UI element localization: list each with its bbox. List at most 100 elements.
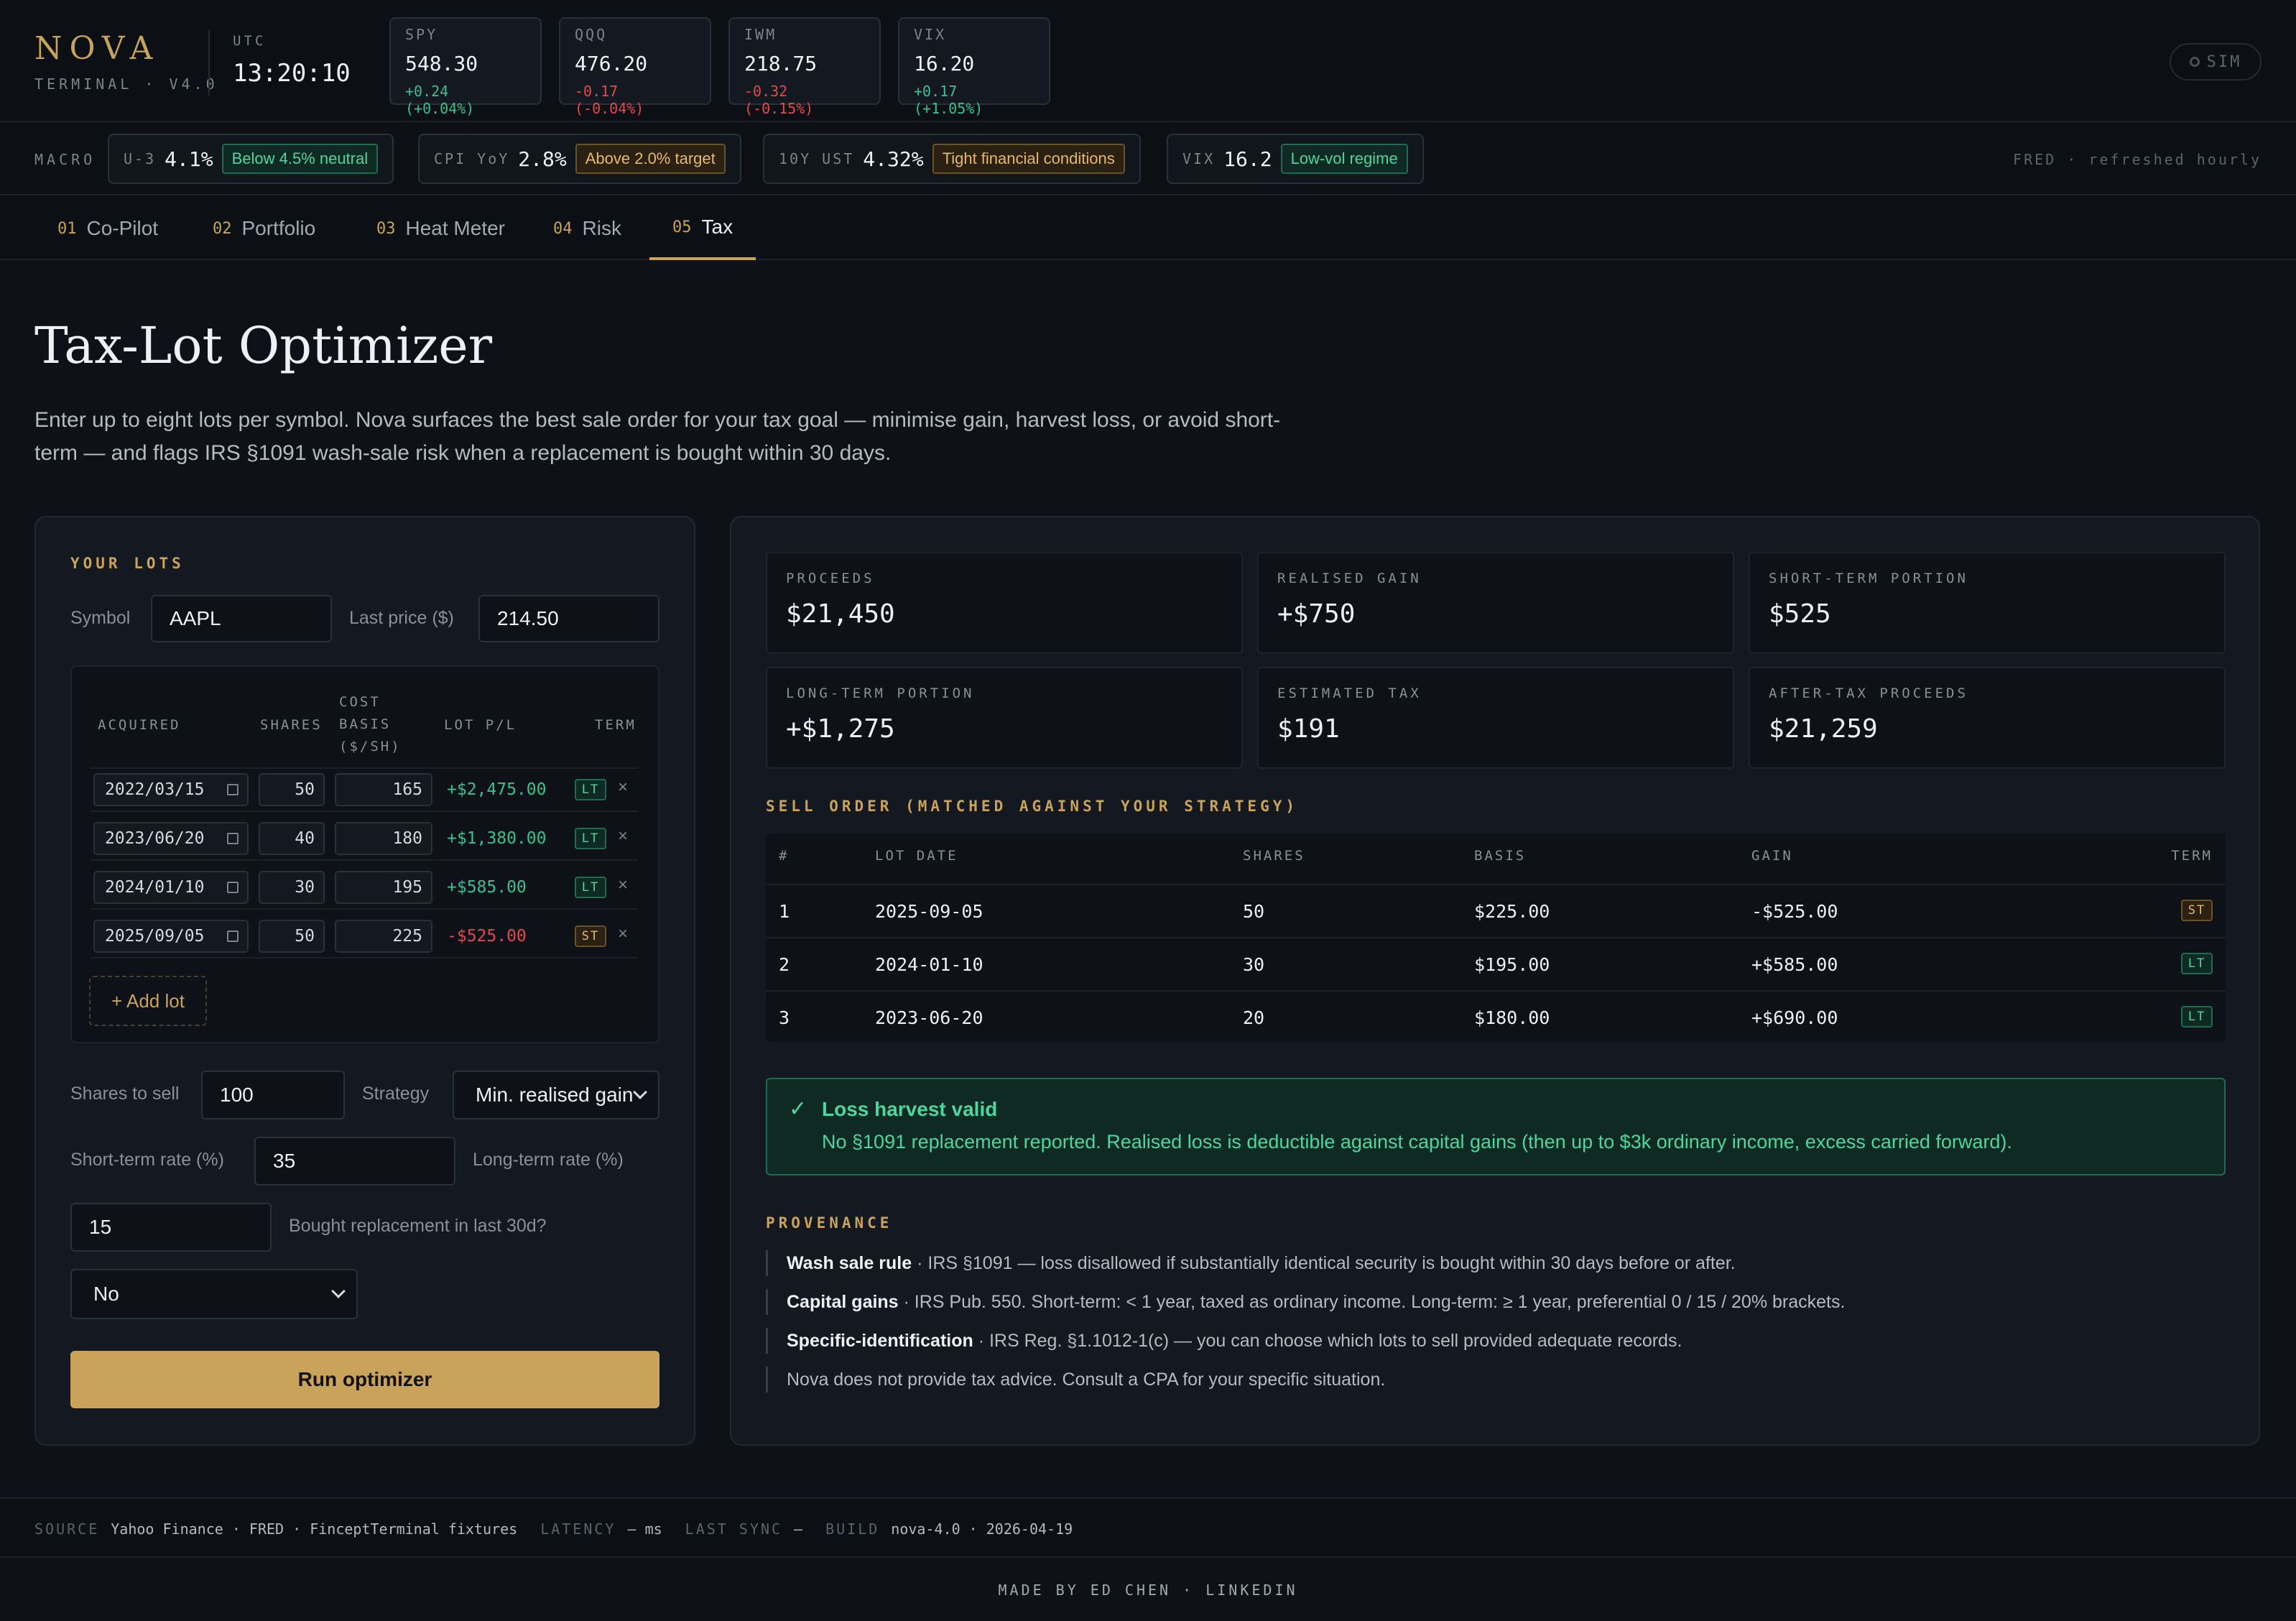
calendar-icon[interactable] bbox=[227, 930, 239, 942]
tab-label: Heat Meter bbox=[405, 217, 506, 239]
tab-tax[interactable]: 05 Tax bbox=[649, 197, 756, 260]
macro-value: 4.1% bbox=[165, 147, 213, 171]
tab-risk[interactable]: 04 Risk bbox=[530, 197, 644, 260]
long-term-rate-input[interactable] bbox=[70, 1203, 272, 1252]
order-basis: $195.00 bbox=[1474, 954, 1550, 975]
lot-cost-input[interactable]: 225 bbox=[335, 920, 432, 953]
ticker-qqq[interactable]: QQQ 476.20 -0.17 (-0.04%) bbox=[559, 17, 711, 117]
tab-portfolio[interactable]: 02 Portfolio bbox=[190, 197, 338, 260]
stat-label: SHORT-TERM PORTION bbox=[1769, 571, 1968, 586]
lot-date-input[interactable]: 2022/03/15 bbox=[93, 773, 249, 806]
remove-lot-icon[interactable]: × bbox=[618, 826, 628, 846]
shares-to-sell-label: Shares to sell bbox=[70, 1084, 180, 1104]
order-shares: 30 bbox=[1243, 954, 1265, 975]
macro-key: 10Y UST bbox=[779, 150, 855, 167]
lot-shares-input[interactable]: 50 bbox=[259, 773, 325, 806]
tab-heat-meter[interactable]: 03 Heat Meter bbox=[353, 197, 528, 260]
ticker-price: 476.20 bbox=[575, 52, 648, 75]
tab-co-pilot[interactable]: 01 Co-Pilot bbox=[34, 197, 181, 260]
header-basis: BASIS bbox=[1474, 848, 1527, 864]
sell-order-title: SELL ORDER (MATCHED AGAINST YOUR STRATEG… bbox=[766, 798, 1299, 815]
order-num: 1 bbox=[779, 901, 790, 922]
logo[interactable]: NOVA TERMINAL · V4.0 bbox=[34, 30, 218, 93]
add-lot-button[interactable]: + Add lot bbox=[89, 976, 207, 1026]
lot-term-badge: LT bbox=[575, 828, 606, 849]
lot-shares-input[interactable]: 30 bbox=[259, 871, 325, 904]
chevron-down-icon bbox=[633, 1085, 647, 1099]
run-optimizer-button[interactable]: Run optimizer bbox=[70, 1351, 659, 1408]
ticker-change: +0.24 (+0.04%) bbox=[405, 83, 475, 117]
lot-date-input[interactable]: 2025/09/05 bbox=[93, 920, 249, 953]
provenance-term: Capital gains bbox=[787, 1292, 899, 1312]
sim-dot-icon bbox=[2189, 57, 2200, 67]
lots-panel: YOUR LOTS Symbol Last price ($) ACQUIRED… bbox=[34, 516, 695, 1446]
calendar-icon[interactable] bbox=[227, 784, 239, 795]
tab-label: Co-Pilot bbox=[86, 217, 159, 239]
chevron-down-icon bbox=[331, 1284, 346, 1298]
header-gain: GAIN bbox=[1751, 848, 1793, 864]
remove-lot-icon[interactable]: × bbox=[618, 777, 628, 798]
lot-cost-input[interactable]: 180 bbox=[335, 822, 432, 855]
macro-key: U-3 bbox=[124, 150, 157, 167]
lot-cost-input[interactable]: 165 bbox=[335, 773, 432, 806]
lot-term-badge: LT bbox=[575, 779, 606, 800]
ticker-vix[interactable]: VIX 16.20 +0.17 (+1.05%) bbox=[898, 17, 1050, 117]
header-cost-line: ($/SH) bbox=[339, 739, 402, 754]
macro-badge: Above 2.0% target bbox=[575, 144, 726, 174]
ticker-spy[interactable]: SPY 548.30 +0.24 (+0.04%) bbox=[389, 17, 542, 117]
stat-short-term-portion: SHORT-TERM PORTION $525 bbox=[1749, 552, 2226, 654]
stat-label: PROCEEDS bbox=[786, 571, 875, 586]
replacement-select[interactable]: No bbox=[70, 1269, 358, 1319]
page-title: Tax-Lot Optimizer bbox=[34, 316, 493, 375]
row-divider bbox=[766, 990, 2226, 992]
remove-lot-icon[interactable]: × bbox=[618, 924, 628, 944]
credit-link[interactable]: MADE BY ED CHEN · LINKEDIN bbox=[0, 1559, 2296, 1621]
macro-badge: Low-vol regime bbox=[1280, 144, 1408, 174]
lot-date-input[interactable]: 2023/06/20 bbox=[93, 822, 249, 855]
utc-clock: UTC 13:20:10 bbox=[233, 33, 351, 88]
row-divider bbox=[91, 810, 638, 812]
header-cost-line: BASIS bbox=[339, 716, 392, 732]
ticker-symbol: QQQ bbox=[575, 26, 608, 43]
macro-value: 4.32% bbox=[863, 147, 924, 171]
lot-cost-input[interactable]: 195 bbox=[335, 871, 432, 904]
sim-toggle[interactable]: SIM bbox=[2170, 43, 2262, 80]
ticker-iwm[interactable]: IWM 218.75 -0.32 (-0.15%) bbox=[728, 17, 881, 117]
lot-date-value: 2024/01/10 bbox=[105, 878, 205, 897]
calendar-icon[interactable] bbox=[227, 833, 239, 844]
remove-lot-icon[interactable]: × bbox=[618, 875, 628, 895]
macro-value: 2.8% bbox=[518, 147, 567, 171]
ticker-change: +0.17 (+1.05%) bbox=[914, 83, 983, 117]
strategy-select[interactable]: Min. realised gain bbox=[453, 1071, 659, 1119]
shares-to-sell-input[interactable] bbox=[201, 1071, 345, 1119]
long-term-rate-label: Long-term rate (%) bbox=[473, 1150, 624, 1170]
last-price-label: Last price ($) bbox=[349, 608, 454, 628]
order-date: 2023-06-20 bbox=[875, 1007, 983, 1028]
lot-shares-input[interactable]: 50 bbox=[259, 920, 325, 953]
divider bbox=[208, 30, 210, 96]
lot-date-input[interactable]: 2024/01/10 bbox=[93, 871, 249, 904]
macro-label: MACRO bbox=[34, 151, 96, 168]
lot-pl: -$525.00 bbox=[447, 927, 527, 946]
provenance-item: Wash sale rule · IRS §1091 — loss disall… bbox=[766, 1250, 1736, 1276]
lot-term-badge: ST bbox=[575, 925, 606, 947]
last-price-input[interactable] bbox=[478, 595, 659, 642]
footer-build: nova-4.0 · 2026-04-19 bbox=[891, 1520, 1073, 1538]
tab-number: 01 bbox=[57, 219, 77, 238]
stat-estimated-tax: ESTIMATED TAX $191 bbox=[1257, 667, 1734, 769]
calendar-icon[interactable] bbox=[227, 882, 239, 893]
short-term-rate-input[interactable] bbox=[254, 1137, 455, 1186]
footer-source: Yahoo Finance · FRED · FinceptTerminal f… bbox=[111, 1520, 518, 1538]
tab-label: Risk bbox=[582, 217, 621, 239]
lot-pl: +$585.00 bbox=[447, 878, 527, 897]
symbol-input[interactable] bbox=[151, 595, 332, 642]
macro-source-note: FRED · refreshed hourly bbox=[2013, 151, 2262, 168]
provenance-item: Capital gains · IRS Pub. 550. Short-term… bbox=[766, 1289, 1845, 1315]
lot-shares-input[interactable]: 40 bbox=[259, 822, 325, 855]
macro-key: VIX bbox=[1182, 150, 1216, 167]
footer-latency: — ms bbox=[627, 1520, 662, 1538]
order-term-badge: LT bbox=[2181, 1006, 2213, 1027]
row-divider bbox=[766, 937, 2226, 938]
header-cost-line: COST bbox=[339, 694, 381, 710]
order-num: 2 bbox=[779, 954, 790, 975]
